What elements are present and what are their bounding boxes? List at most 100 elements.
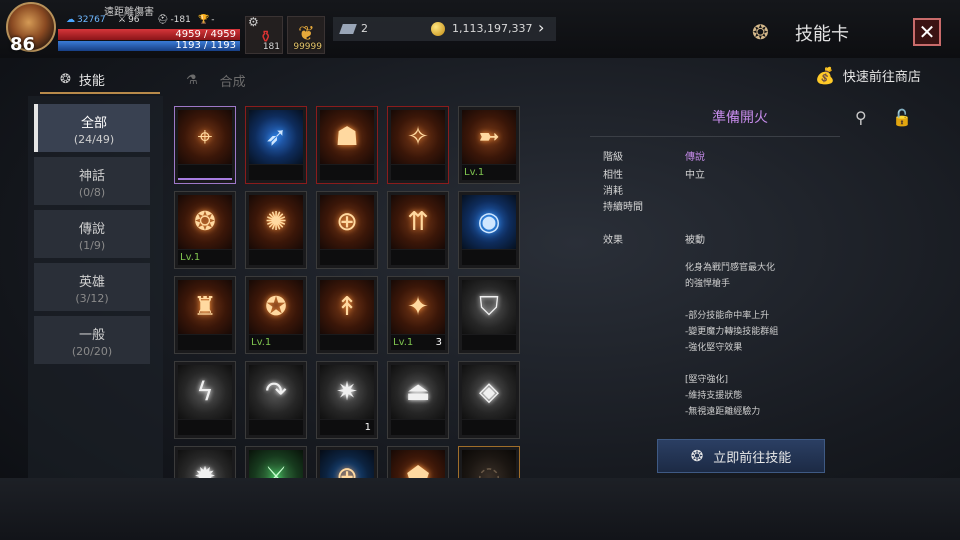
rage-body-icon: ✪: [265, 292, 287, 322]
filter-name: 傳說: [78, 222, 105, 237]
filter-item[interactable]: 傳說 (1/9): [34, 210, 150, 258]
skill-card[interactable]: ⌖: [174, 106, 236, 184]
go-to-skill-button[interactable]: ❂ 立即前往技能: [657, 439, 825, 473]
power-value: 32767: [77, 15, 106, 25]
skill-card-art: ☗: [320, 110, 374, 164]
skill-card-art: ➼: [462, 110, 516, 164]
blue-dash-icon: ➶: [265, 122, 287, 152]
skill-card-footer: [320, 335, 374, 350]
close-button[interactable]: ✕: [913, 18, 941, 46]
filter-item[interactable]: 一般 (20/20): [34, 316, 150, 364]
skill-card[interactable]: ✹: [174, 446, 236, 478]
tab-synthesis-label: 合成: [219, 74, 246, 90]
gear-icon[interactable]: ⚙: [248, 15, 259, 29]
skill-card-art: ↟: [320, 280, 374, 334]
filter-item[interactable]: 神話 (0/8): [34, 157, 150, 205]
skill-card-art: ❂: [178, 195, 232, 249]
skill-card[interactable]: ↟: [316, 276, 378, 354]
skill-card[interactable]: ✦ Lv.1 3: [387, 276, 449, 354]
filter-name: 全部: [80, 116, 107, 131]
skill-card[interactable]: ➼ Lv.1: [458, 106, 520, 184]
filter-name: 神話: [78, 169, 105, 184]
skill-card-footer: Lv.1: [249, 335, 303, 350]
skill-card-art: ✷: [320, 365, 374, 419]
detail-value-affinity: 中立: [685, 170, 705, 181]
defense-value: -181: [170, 15, 191, 25]
filter-item[interactable]: 英雄 (3/12): [34, 263, 150, 311]
detail-value-tier: 傳說: [685, 152, 705, 163]
skill-card[interactable]: ❂ Lv.1: [174, 191, 236, 269]
filter-count: (20/20): [71, 345, 113, 358]
skill-card[interactable]: ◈: [458, 361, 520, 439]
hp-text: 4959 / 4959: [175, 29, 236, 40]
skill-card[interactable]: ⛉: [458, 276, 520, 354]
power-stat: ☁ 32767: [66, 15, 106, 25]
item-count: 99999: [293, 42, 322, 52]
search-icon[interactable]: ⚲: [855, 108, 867, 127]
skill-card[interactable]: ☗: [316, 106, 378, 184]
tab-synthesis[interactable]: ⚗ 合成: [186, 66, 246, 94]
skill-card[interactable]: ↷: [245, 361, 307, 439]
shop-link[interactable]: 💰 快速前往商店: [815, 66, 921, 85]
skill-card[interactable]: ⊕: [316, 191, 378, 269]
skill-card-art: ◈: [462, 365, 516, 419]
filter-item[interactable]: 全部 (24/49): [34, 104, 150, 152]
skill-card-art: ⌖: [178, 110, 232, 164]
demon-card-icon: ☗: [335, 122, 359, 152]
gold-currency: 1,113,197,337 ›: [428, 17, 556, 41]
speed-up-icon: ⇈: [407, 207, 429, 237]
item-slot[interactable]: ❦ 99999: [287, 16, 325, 54]
unlock-icon[interactable]: 🔓: [892, 108, 912, 127]
helmet-icon: ⛑: [157, 15, 169, 25]
skill-card[interactable]: ✺: [245, 191, 307, 269]
skill-card-footer: [178, 165, 232, 180]
power-up-icon: ↟: [336, 292, 358, 322]
skill-card-art: ✪: [249, 280, 303, 334]
bottom-bar: [0, 478, 960, 540]
skill-card[interactable]: ✷ 1: [316, 361, 378, 439]
skill-card-count: 1: [364, 422, 371, 433]
skill-card-art: ⊕: [320, 450, 374, 478]
skill-card[interactable]: ⇈: [387, 191, 449, 269]
skill-card-footer: [320, 165, 374, 180]
gear-burst-icon: ✹: [194, 462, 216, 478]
gem-currency: 2: [333, 17, 428, 41]
skill-card[interactable]: ◉: [458, 191, 520, 269]
skill-card[interactable]: ◌: [458, 446, 520, 478]
skill-card[interactable]: ⊕: [316, 446, 378, 478]
filter-count: (0/8): [78, 186, 106, 199]
skill-card-art: ⬟: [391, 450, 445, 478]
swords-icon: ⚔: [118, 15, 127, 25]
potion-slot[interactable]: ⚙ ⚱ 181: [245, 15, 283, 54]
curve-arrow-icon: ↷: [265, 377, 287, 407]
skill-card[interactable]: ⏏: [387, 361, 449, 439]
skill-card[interactable]: ✧: [387, 106, 449, 184]
screen-title: 技能卡: [795, 24, 849, 45]
skill-card-art: ✦: [391, 280, 445, 334]
power-icon: ☁: [66, 15, 75, 25]
blue-whirl-icon: ◉: [477, 207, 501, 237]
trophy-value: -: [211, 15, 215, 25]
skill-card-art: ⚔: [249, 450, 303, 478]
gem-count: 2: [361, 22, 368, 35]
skill-card-art: ϟ: [178, 365, 232, 419]
skill-card-footer: [462, 250, 516, 265]
skill-card-footer: [178, 420, 232, 435]
skill-card-footer: [249, 420, 303, 435]
red-badge-icon: ⬟: [406, 462, 430, 478]
detail-label-effect: 效果: [603, 235, 623, 246]
tab-skills[interactable]: ❂ 技能: [40, 66, 160, 94]
stat-boost-icon: ⊕: [336, 207, 358, 237]
defense-stat: ⛑ -181: [157, 15, 191, 25]
skill-card[interactable]: ✪ Lv.1: [245, 276, 307, 354]
crosshair-shooter-icon: ⌖: [197, 121, 213, 152]
skill-card[interactable]: ➶: [245, 106, 307, 184]
skill-card[interactable]: ϟ: [174, 361, 236, 439]
skill-card[interactable]: ♜: [174, 276, 236, 354]
potion-count: 181: [262, 42, 280, 52]
skill-card[interactable]: ⬟: [387, 446, 449, 478]
chevron-right-icon[interactable]: ›: [538, 18, 544, 37]
gold-coin-icon: [431, 22, 445, 36]
skill-card-footer: Lv.1 3: [391, 335, 445, 350]
skill-card[interactable]: ⚔: [245, 446, 307, 478]
